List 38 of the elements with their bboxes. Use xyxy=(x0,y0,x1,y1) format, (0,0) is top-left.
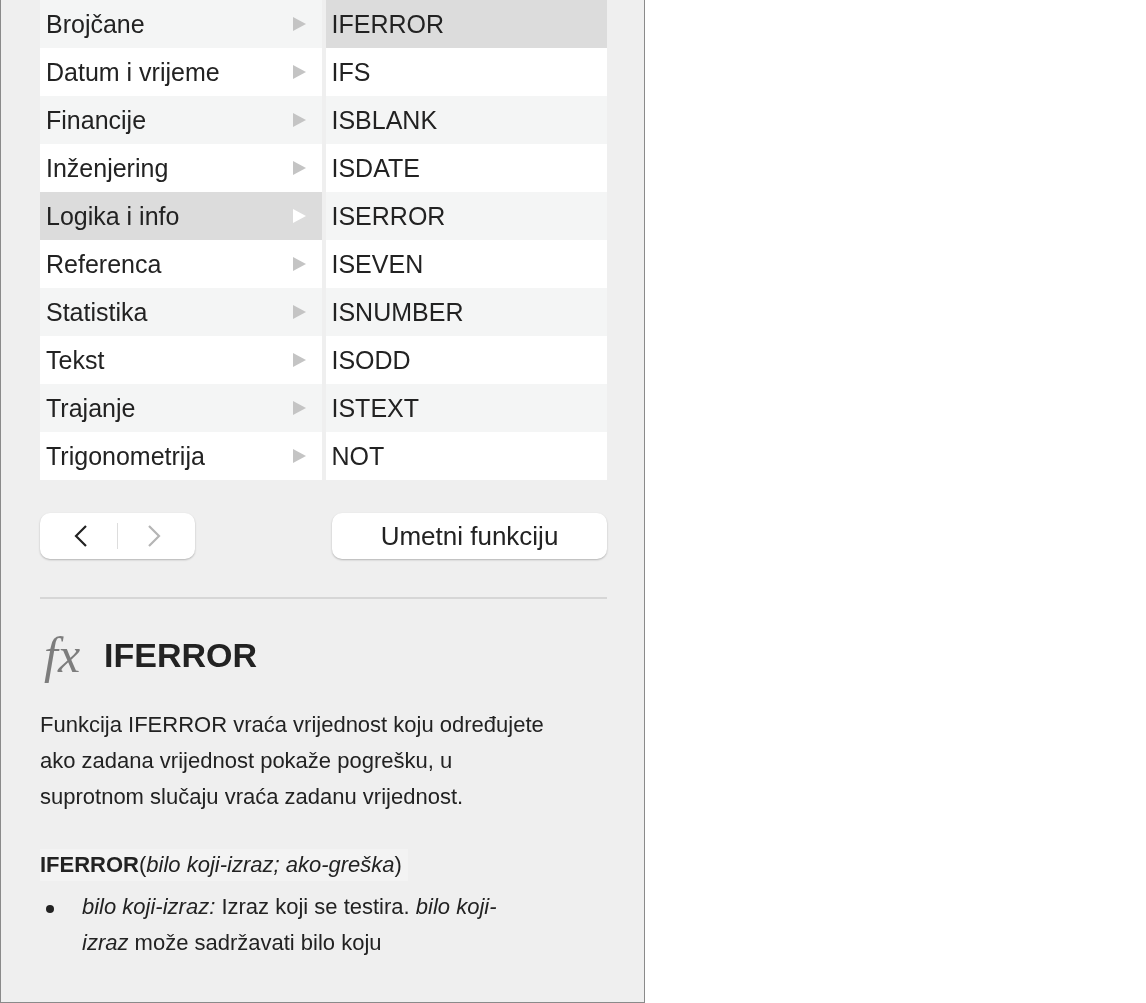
argument-description: bilo koji-izraz: Izraz koji se testira. bilo koji-izraz može sadržavati bilo koju xyxy=(82,893,498,957)
disclosure-triangle-icon xyxy=(292,113,306,127)
back-chevron-icon[interactable] xyxy=(74,524,89,548)
function-description: Funkcija IFERROR vraća vrijednost koju određujete ako zadana vrijednost pokaže pogrešku, u suprotnom slučaju vraća zadanu vrijednost. xyxy=(40,711,545,811)
category-item[interactable]: Financije xyxy=(40,96,322,144)
category-item[interactable]: Brojčane xyxy=(40,0,322,48)
category-item[interactable]: Logika i info xyxy=(40,192,322,240)
function-item[interactable]: ISBLANK xyxy=(325,96,607,144)
disclosure-triangle-icon xyxy=(292,257,306,271)
function-item[interactable]: ISODD xyxy=(325,336,607,384)
function-item[interactable]: ISERROR xyxy=(325,192,607,240)
category-item[interactable]: Statistika xyxy=(40,288,322,336)
disclosure-triangle-icon xyxy=(292,161,306,175)
function-item[interactable]: ISEVEN xyxy=(325,240,607,288)
function-item[interactable]: ISNUMBER xyxy=(325,288,607,336)
function-item[interactable]: ISDATE xyxy=(325,144,607,192)
category-item[interactable]: Referenca xyxy=(40,240,322,288)
disclosure-triangle-icon xyxy=(292,209,306,223)
disclosure-triangle-icon xyxy=(292,65,306,79)
function-item[interactable]: IFERROR xyxy=(325,0,607,48)
category-item[interactable]: Trigonometrija xyxy=(40,432,322,480)
category-item[interactable]: Trajanje xyxy=(40,384,322,432)
insert-function-button[interactable]: Umetni funkciju xyxy=(332,513,607,559)
disclosure-triangle-icon xyxy=(292,449,306,463)
bullet-icon xyxy=(46,905,54,913)
function-title: IFERROR xyxy=(104,635,258,675)
category-item[interactable]: Inženjering xyxy=(40,144,322,192)
disclosure-triangle-icon xyxy=(292,305,306,319)
category-item[interactable]: Datum i vrijeme xyxy=(40,48,322,96)
disclosure-triangle-icon xyxy=(292,401,306,415)
disclosure-triangle-icon xyxy=(292,353,306,367)
function-item[interactable]: NOT xyxy=(325,432,607,480)
disclosure-triangle-icon xyxy=(292,17,306,31)
category-item[interactable]: Tekst xyxy=(40,336,322,384)
function-icon: fx xyxy=(40,625,85,685)
function-syntax: IFERROR(bilo koji-izraz; ako-greška) xyxy=(40,849,408,881)
function-item[interactable]: ISTEXT xyxy=(325,384,607,432)
function-item[interactable]: IFS xyxy=(325,48,607,96)
